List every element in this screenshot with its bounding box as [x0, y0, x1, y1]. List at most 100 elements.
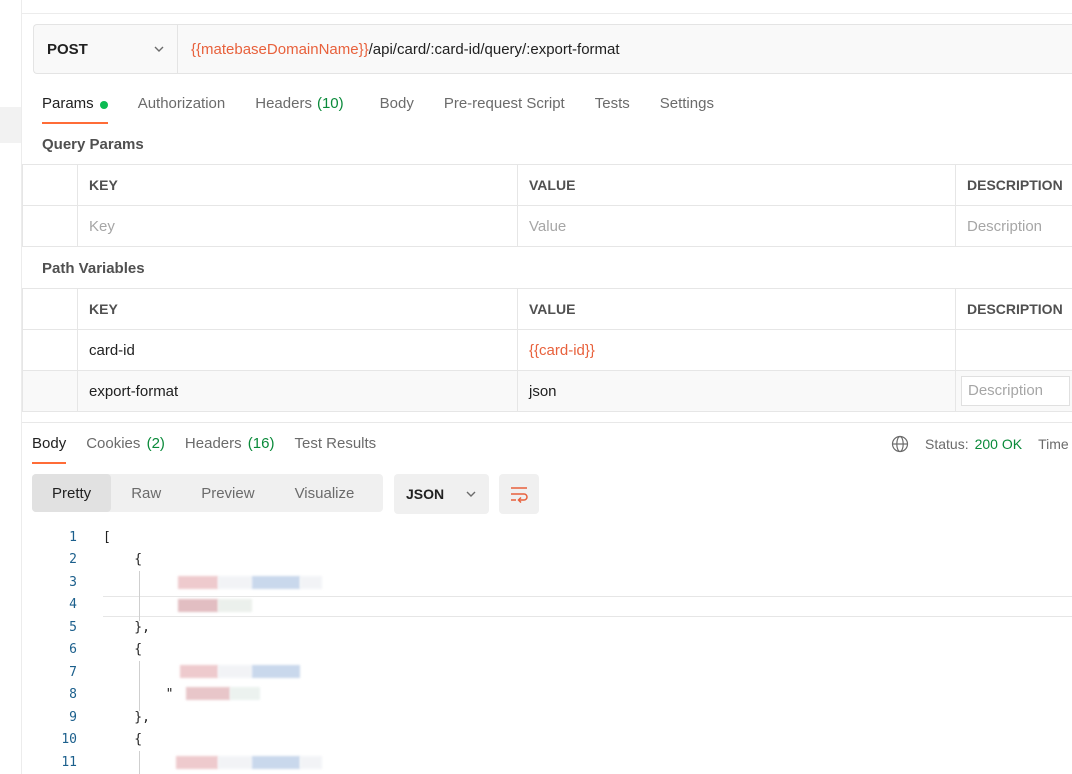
method-select[interactable]: POST [34, 25, 178, 73]
wrap-lines-button[interactable] [499, 474, 539, 514]
value-column-header: VALUE [517, 288, 956, 330]
checkbox-column-header [22, 288, 78, 330]
line-number: 5 [69, 620, 77, 635]
url-input[interactable]: {{matebaseDomainName}}/api/card/:card-id… [178, 41, 620, 58]
tab-body[interactable]: Body [380, 92, 414, 124]
response-tabs: Body Cookies (2) Headers (16) Test Resul… [32, 432, 396, 464]
tab-label: Body [379, 95, 414, 112]
description-input[interactable] [955, 329, 1072, 371]
description-column-header: DESCRIPTION [955, 288, 1072, 330]
divider [22, 13, 1072, 14]
table-header-row: KEY VALUE DESCRIPTION [22, 164, 1072, 206]
tab-response-body[interactable]: Body [32, 432, 67, 464]
tab-label: Cookies [86, 435, 141, 452]
left-sidebar [0, 0, 22, 774]
wrap-lines-icon [511, 487, 528, 503]
row-checkbox-cell [22, 329, 78, 371]
code-line: 1[ [22, 527, 1072, 549]
code-line: 2 { [22, 549, 1072, 571]
table-row: export-format json Description [22, 370, 1072, 412]
tab-label: Test Results [294, 435, 377, 452]
indent-guide [139, 751, 140, 774]
code-line: 10 { [22, 729, 1072, 751]
key-cell: card-id [77, 329, 518, 371]
key-input[interactable]: Key [77, 205, 518, 247]
key-cell: export-format [77, 370, 518, 412]
value-input[interactable]: json [517, 370, 956, 412]
tab-label: Body [32, 435, 67, 452]
url-variable: {{matebaseDomainName}} [191, 40, 369, 58]
code-line: 8 " [22, 684, 1072, 706]
redacted-text [230, 687, 260, 700]
value-input[interactable]: {{card-id}} [517, 329, 956, 371]
code-text: { [103, 642, 143, 657]
checkbox-column-header [22, 164, 78, 206]
description-column-header: DESCRIPTION [955, 164, 1072, 206]
redacted-text [218, 599, 252, 612]
code-line: 6 { [22, 639, 1072, 661]
row-checkbox-cell [22, 205, 78, 247]
line-number: 6 [69, 642, 77, 657]
line-number: 4 [69, 597, 77, 612]
redacted-text [218, 665, 252, 678]
tab-label: Tests [594, 95, 630, 112]
key-column-header: KEY [77, 164, 518, 206]
table-row: Key Value Description [22, 205, 1072, 247]
value-input[interactable]: Value [517, 205, 956, 247]
method-label: POST [47, 40, 88, 58]
tab-authorization[interactable]: Authorization [138, 92, 226, 124]
line-number: 8 [69, 687, 77, 702]
redacted-text [252, 756, 300, 769]
globe-icon[interactable] [891, 435, 909, 453]
code-text: [ [103, 530, 111, 545]
tab-tests[interactable]: Tests [595, 92, 630, 124]
redacted-text [218, 576, 252, 589]
tab-params[interactable]: Params [42, 92, 108, 124]
view-mode-segmented: Pretty Raw Preview Visualize [32, 474, 383, 512]
chevron-down-icon [154, 46, 164, 52]
tab-test-results[interactable]: Test Results [294, 432, 376, 464]
cookies-count: (2) [146, 435, 165, 452]
indent-guide [139, 571, 140, 621]
tab-label: Headers [255, 95, 312, 112]
code-text: }, [103, 620, 150, 635]
redacted-text [178, 599, 218, 612]
format-select[interactable]: JSON [394, 474, 489, 514]
tab-pre-request-script[interactable]: Pre-request Script [444, 92, 565, 124]
view-pretty[interactable]: Pretty [32, 474, 112, 512]
response-body-editor[interactable]: 1[ 2 { 3 4 5 }, 6 { 7 8 " 9 }, 10 { 11 [22, 526, 1072, 774]
view-raw[interactable]: Raw [111, 474, 181, 512]
params-active-dot [99, 101, 108, 109]
row-checkbox-cell [22, 370, 78, 412]
description-input[interactable]: Description [955, 205, 1072, 247]
response-status: Status: 200 OK Time [891, 435, 1069, 453]
code-line: 9 }, [22, 707, 1072, 729]
view-preview[interactable]: Preview [181, 474, 274, 512]
tab-label: Headers [184, 435, 242, 452]
query-params-table: KEY VALUE DESCRIPTION Key Value Descript… [22, 164, 1072, 247]
request-tabs: Params Authorization Headers (10) Body Pr… [42, 92, 744, 124]
tab-headers[interactable]: Headers (10) [255, 92, 343, 124]
code-text: }, [103, 710, 150, 725]
redacted-text [180, 665, 218, 678]
tab-label: Authorization [137, 95, 226, 112]
format-label: JSON [406, 486, 445, 502]
tab-settings[interactable]: Settings [660, 92, 714, 124]
redacted-text [178, 576, 218, 589]
view-visualize[interactable]: Visualize [275, 474, 375, 512]
sidebar-selected-item[interactable] [0, 107, 21, 143]
redacted-text [176, 756, 218, 769]
tab-cookies[interactable]: Cookies (2) [86, 432, 165, 464]
code-text: { [103, 552, 143, 567]
status-label: Status: [925, 436, 969, 452]
table-row: card-id {{card-id}} [22, 329, 1072, 371]
tab-label: Settings [659, 95, 714, 112]
line-number: 1 [69, 530, 77, 545]
tab-response-headers[interactable]: Headers (16) [185, 432, 275, 464]
description-input[interactable]: Description [961, 376, 1070, 406]
url-path: /api/card/:card-id/query/:export-format [368, 40, 620, 58]
code-line: 5 }, [22, 617, 1072, 639]
line-number: 2 [69, 552, 77, 567]
tab-label: Pre-request Script [443, 95, 565, 112]
line-number: 10 [61, 732, 77, 747]
